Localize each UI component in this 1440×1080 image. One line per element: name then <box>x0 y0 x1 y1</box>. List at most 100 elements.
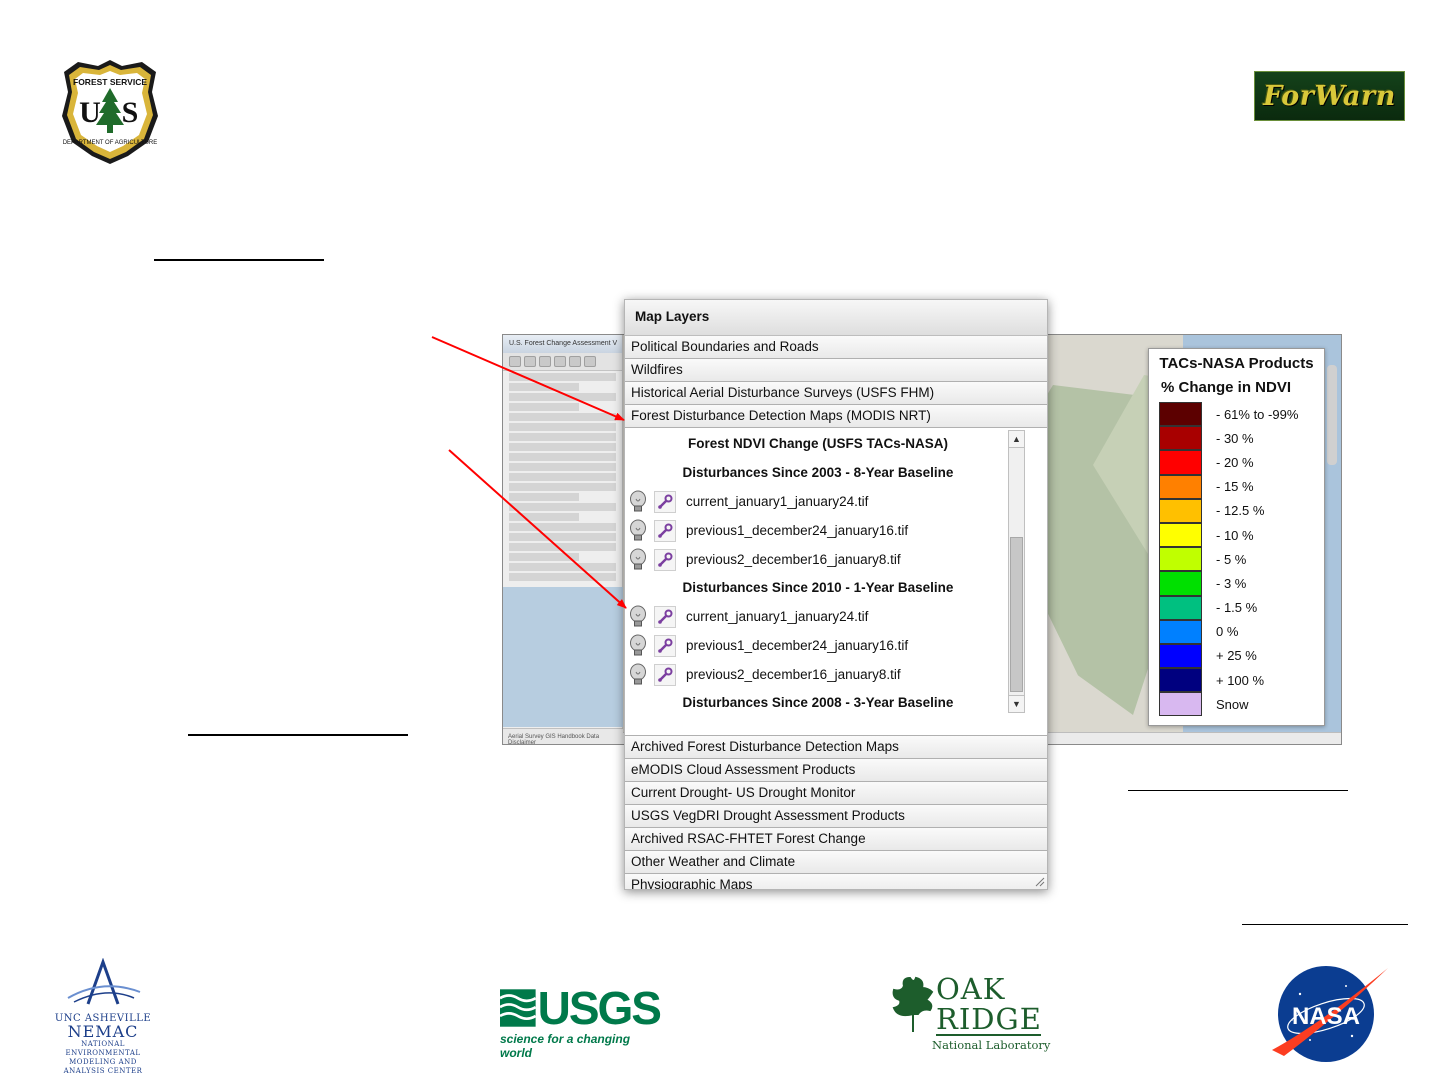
unca-nemac-logo: UNC ASHEVILLE NEMAC NATIONAL ENVIRONMENT… <box>48 957 158 1075</box>
accordion-vegdri-drought[interactable]: USGS VegDRI Drought Assessment Products <box>625 805 1047 828</box>
layer-row[interactable]: previous1_december24_january16.tif <box>625 631 1011 660</box>
scroll-down-icon[interactable]: ▼ <box>1009 695 1024 712</box>
accordion-forest-disturbance-maps[interactable]: Forest Disturbance Detection Maps (MODIS… <box>625 405 1047 428</box>
layer-row[interactable]: previous2_december16_january8.tif <box>625 545 1011 574</box>
legend-row: - 10 % <box>1149 522 1324 548</box>
legend-swatch <box>1159 668 1202 693</box>
legend-label: 0 % <box>1216 624 1239 640</box>
layer-name: previous1_december24_january16.tif <box>686 638 909 653</box>
accordion-historical-aerial-surveys[interactable]: Historical Aerial Disturbance Surveys (U… <box>625 382 1047 405</box>
forwarn-logo-text: ForWarn <box>1263 80 1396 112</box>
legend-label: + 100 % <box>1216 672 1265 688</box>
viewer-footer: Aerial Survey GIS Handbook Data Disclaim… <box>503 728 623 744</box>
legend-row: - 3 % <box>1149 571 1324 596</box>
accordion-wildfires[interactable]: Wildfires <box>625 359 1047 382</box>
legend-label: - 1.5 % <box>1216 600 1258 616</box>
link-underline[interactable] <box>1242 924 1408 925</box>
accordion-political-boundaries[interactable]: Political Boundaries and Roads <box>625 336 1047 359</box>
legend-swatch <box>1159 547 1202 572</box>
usgs-waves-icon <box>500 989 536 1027</box>
legend-swatch <box>1159 522 1202 548</box>
legend-row: - 30 % <box>1149 426 1324 451</box>
lightbulb-icon[interactable] <box>628 663 648 687</box>
legend-label: - 10 % <box>1216 527 1254 543</box>
legend-row: - 20 % <box>1149 450 1324 475</box>
scrollbar-thumb[interactable] <box>1010 537 1023 692</box>
legend-label: - 30 % <box>1216 430 1254 446</box>
layer-row[interactable]: current_january1_january24.tif <box>625 487 1011 516</box>
legend-row: Snow <box>1149 692 1324 717</box>
link-underline[interactable] <box>1128 790 1348 791</box>
svg-text:S: S <box>122 96 139 129</box>
layer-list-scrollbar[interactable]: ▲ ▼ <box>1008 430 1025 713</box>
legend-label: - 15 % <box>1216 479 1254 495</box>
lightbulb-icon[interactable] <box>628 490 648 514</box>
viewer-toolbar <box>503 353 622 371</box>
legend-swatch <box>1159 474 1202 499</box>
lightbulb-icon[interactable] <box>628 634 648 658</box>
legend-swatch <box>1159 692 1202 717</box>
layer-row[interactable]: previous1_december24_january16.tif <box>625 516 1011 545</box>
fs-top-text: FOREST SERVICE <box>73 77 147 87</box>
wrench-icon[interactable] <box>654 490 676 513</box>
legend-swatch <box>1159 498 1202 523</box>
lightbulb-icon[interactable] <box>628 548 648 572</box>
layer-name: current_january1_january24.tif <box>686 609 869 624</box>
accordion-archived-disturbance-maps[interactable]: Archived Forest Disturbance Detection Ma… <box>625 736 1047 759</box>
lightbulb-icon[interactable] <box>628 605 648 629</box>
subgroup-title: Disturbances Since 2008 - 3-Year Baselin… <box>682 695 954 710</box>
legend-label: - 61% to -99% <box>1216 406 1299 422</box>
heading-underline <box>154 259 324 261</box>
legend-label: - 20 % <box>1216 454 1254 470</box>
accordion-weather-climate[interactable]: Other Weather and Climate <box>625 851 1047 874</box>
map-layers-panel: Map Layers Political Boundaries and Road… <box>624 299 1048 890</box>
layer-name: previous2_december16_january8.tif <box>686 667 901 682</box>
accordion-emodis-cloud[interactable]: eMODIS Cloud Assessment Products <box>625 759 1047 782</box>
accordion-archived-rsac[interactable]: Archived RSAC-FHTET Forest Change <box>625 828 1047 851</box>
wrench-icon[interactable] <box>654 548 676 571</box>
legend-row: + 100 % <box>1149 668 1324 693</box>
wrench-icon[interactable] <box>654 605 676 628</box>
heading-underline <box>188 734 408 736</box>
legend-label: - 3 % <box>1216 575 1247 591</box>
legend-row: - 61% to -99% <box>1149 402 1324 427</box>
wrench-icon[interactable] <box>654 519 676 542</box>
group-title: Forest NDVI Change (USFS TACs-NASA) <box>687 436 948 451</box>
usgs-logo: USGS science for a changing world <box>500 982 662 1060</box>
accordion-physiographic-maps[interactable]: Physiographic Maps <box>625 874 1047 889</box>
nasa-wordmark: NASA <box>1292 1003 1360 1030</box>
layer-row[interactable]: previous2_december16_january8.tif <box>625 660 1011 689</box>
panel-title: Map Layers <box>625 300 1047 336</box>
accordion-current-drought[interactable]: Current Drought- US Drought Monitor <box>625 782 1047 805</box>
legend-swatch <box>1159 426 1202 451</box>
usgs-tagline: science for a changing world <box>500 1032 631 1060</box>
legend-row: - 5 % <box>1149 547 1324 572</box>
ornl-line2: RIDGE <box>936 1002 1042 1036</box>
resize-handle-icon[interactable] <box>1035 877 1045 887</box>
ornl-logo: OAK RIDGE National Laboratory <box>888 972 1051 1056</box>
legend-row: - 12.5 % <box>1149 498 1324 523</box>
ndvi-legend: TACs-NASA Products % Change in NDVI - 61… <box>1148 348 1325 726</box>
layer-name: current_january1_january24.tif <box>686 494 869 509</box>
nemac-a-icon <box>67 957 141 1005</box>
usgs-wordmark: USGS <box>537 982 662 1034</box>
unca-line3: NATIONAL ENVIRONMENTAL <box>65 1040 141 1057</box>
lightbulb-icon[interactable] <box>628 519 648 543</box>
nasa-meatball-icon: NASA <box>1272 966 1388 1062</box>
legend-row: + 25 % <box>1149 643 1324 669</box>
layer-row[interactable]: current_january1_january24.tif <box>625 602 1011 631</box>
scroll-up-icon[interactable]: ▲ <box>1009 431 1024 448</box>
legend-row: 0 % <box>1149 619 1324 644</box>
fs-bottom-text: DEPARTMENT OF AGRICULTURE <box>63 140 158 146</box>
layer-name: previous2_december16_january8.tif <box>686 552 901 567</box>
ornl-line3: National Laboratory <box>932 1038 1051 1052</box>
layer-name: previous1_december24_january16.tif <box>686 523 909 538</box>
wrench-icon[interactable] <box>654 663 676 686</box>
subgroup-title: Disturbances Since 2010 - 1-Year Baselin… <box>682 580 954 595</box>
legend-row: - 15 % <box>1149 474 1324 499</box>
subgroup-title: Disturbances Since 2003 - 8-Year Baselin… <box>682 465 954 480</box>
legend-swatch <box>1159 619 1202 644</box>
legend-label: - 5 % <box>1216 551 1247 567</box>
legend-subtitle: % Change in NDVI <box>1161 379 1292 396</box>
wrench-icon[interactable] <box>654 634 676 657</box>
